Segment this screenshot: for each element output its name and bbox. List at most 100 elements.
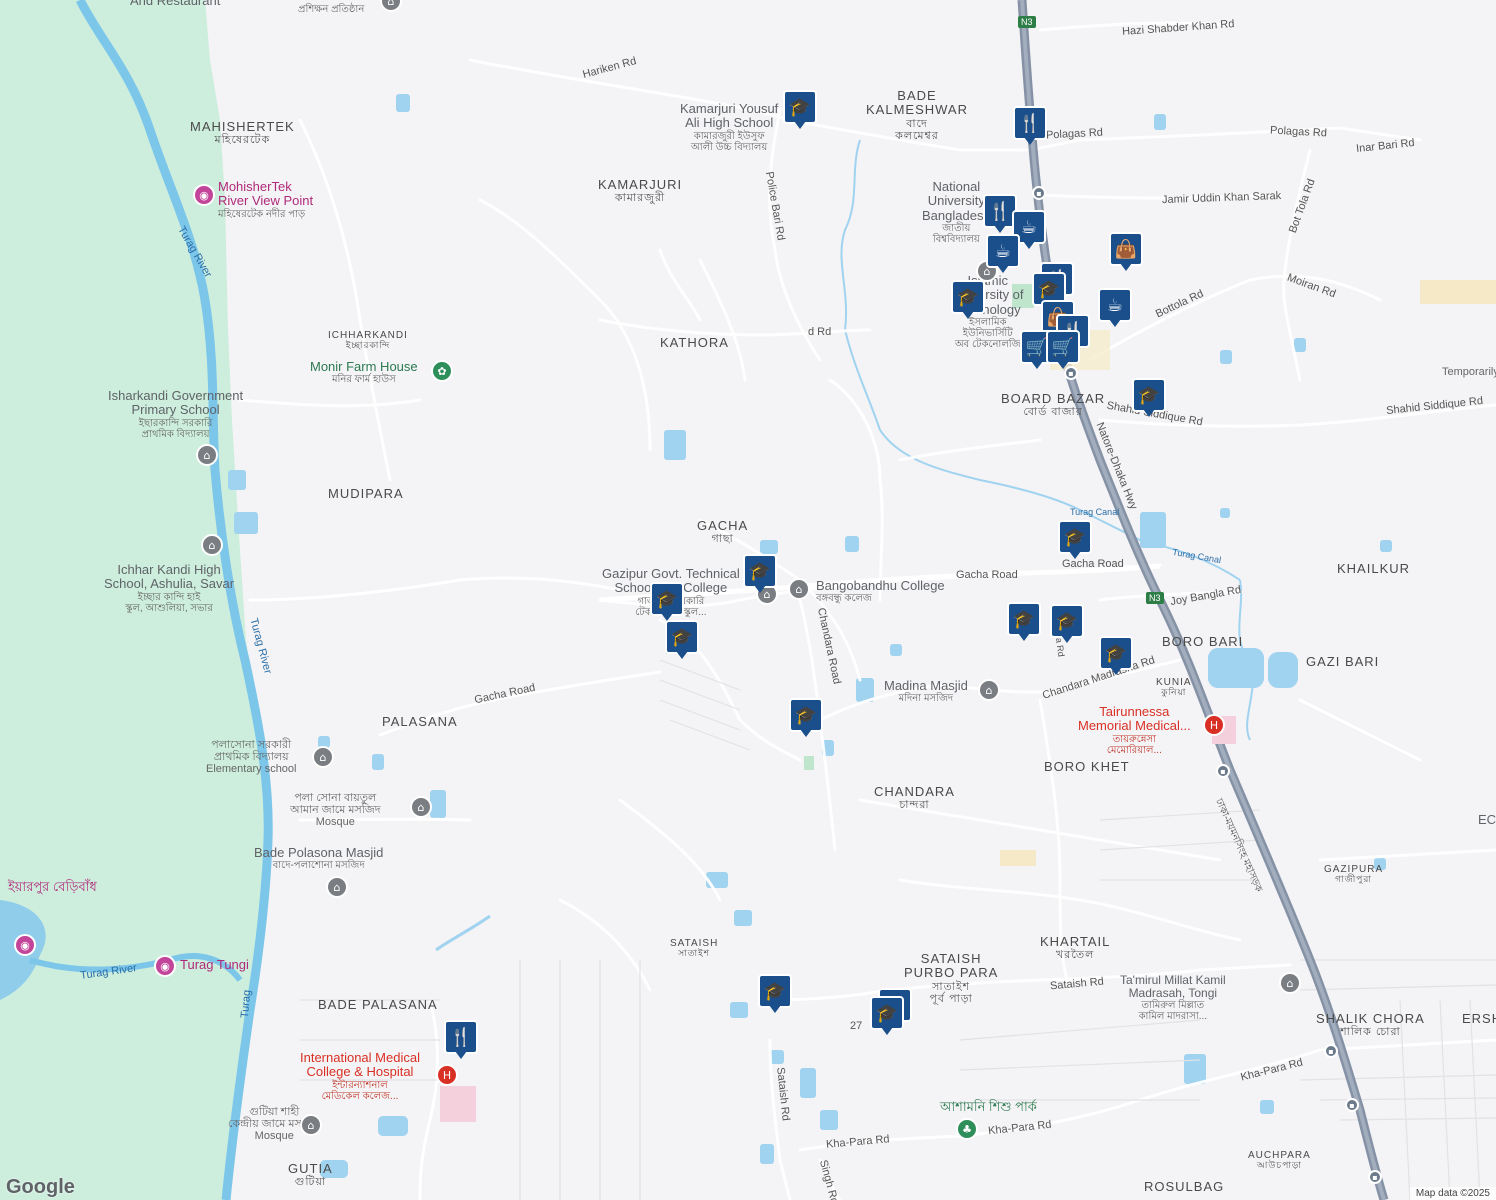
school-marker[interactable]: 🎓 [951, 280, 985, 324]
area-label: CHANDARA চান্দরা [874, 784, 955, 812]
school-marker[interactable]: 🎓 [870, 996, 904, 1040]
road-label: Gacha Road [956, 569, 1018, 581]
poi-label[interactable]: ইয়ারপুর বেড়িবাঁধ [8, 879, 97, 894]
bus-stop-icon[interactable]: ▪ [1324, 1044, 1338, 1058]
area-label: PALASANA [382, 714, 458, 729]
graduation-cap-icon: 🎓 [1099, 636, 1133, 670]
graduation-cap-icon: 🎓 [870, 996, 904, 1030]
school-marker[interactable]: 🎓 [743, 554, 777, 598]
poi-label[interactable]: Madina Masjid মদিনা মসজিদ [884, 678, 968, 704]
graduation-cap-icon: 🎓 [951, 280, 985, 314]
map-attribution[interactable]: Map data ©2025 [1409, 1187, 1496, 1200]
poi-label[interactable]: International Medical College & Hospital… [300, 1050, 420, 1101]
cafe-marker[interactable]: ☕ [1098, 288, 1132, 332]
bus-stop-icon[interactable]: ▪ [1345, 1098, 1359, 1112]
poi-label[interactable]: Ta'mirul Millat Kamil Madrasah, Tongi তাম… [1120, 973, 1226, 1022]
restaurant-marker[interactable]: 🍴 [1013, 106, 1047, 150]
area-label: BADE KALMESHWAR বাদে কলমেশ্বর [866, 88, 968, 142]
hospital-icon[interactable]: H [1203, 714, 1225, 736]
school-icon[interactable]: ⌂ [201, 534, 223, 556]
coffee-cup-icon: ☕ [1098, 288, 1132, 322]
area-label: ROSULBAG [1144, 1179, 1225, 1194]
camera-icon[interactable]: ◉ [193, 184, 215, 206]
map-canvas[interactable]: N3 N3 MAHISHERTEK মহিষেরটেক KAMARJURI কামা… [0, 0, 1496, 1200]
area-label: SATAISH PURBO PARA সাতাইশ পূর্ব পাড়া [904, 951, 999, 1005]
poi-label[interactable]: And Restaurant [130, 0, 220, 8]
school-marker[interactable]: 🎓 [789, 698, 823, 742]
area-label: GAZI BARI [1306, 654, 1380, 669]
area-label: KUNIA কুনিয়া [1156, 677, 1192, 697]
poi-label[interactable]: Isharkandi Government Primary School ইছার… [108, 388, 243, 439]
stream-2 [435, 914, 491, 952]
camera-icon[interactable]: ◉ [154, 955, 176, 977]
area-label: SHALIK CHORA শালিক চোরা [1316, 1011, 1425, 1039]
poi-label[interactable]: EC [1478, 812, 1496, 827]
area-label: KHAILKUR [1337, 561, 1411, 576]
area-label: ERSH [1462, 1011, 1496, 1026]
poi-label[interactable]: National University Bangladesh জাতীয় বিশ… [922, 179, 991, 245]
poi-label[interactable]: Ichhar Kandi High School, Ashulia, Savar… [104, 562, 234, 613]
graduation-cap-icon: 🎓 [1050, 604, 1084, 638]
area-label: GACHA গাছা [697, 518, 749, 546]
poi-label[interactable]: আশামনি শিশু পার্ক [940, 1099, 1037, 1114]
school-marker[interactable]: 🎓 [665, 620, 699, 664]
area-label: ICHHARKANDI ইচ্ছারকান্দি [328, 330, 408, 350]
school-marker[interactable]: 🎓 [1058, 520, 1092, 564]
school-marker[interactable]: 🎓 [758, 974, 792, 1018]
poi-label[interactable]: পলা সোনা বায়তুল আমান জামে মসজিদ Mosque [290, 792, 381, 828]
tree-icon[interactable]: ♣ [956, 1118, 978, 1140]
graduation-cap-icon: 🎓 [758, 974, 792, 1008]
poi-label[interactable]: Bangobandhu College বঙ্গবন্ধু কলেজ [816, 578, 945, 604]
poi-label[interactable]: প্রশিক্ষন প্রতিষ্ঠান [298, 4, 364, 15]
school-icon[interactable]: ⌂ [196, 444, 218, 466]
hospital-icon[interactable]: H [436, 1064, 458, 1086]
school-icon[interactable]: ⌂ [1279, 972, 1301, 994]
tertiary-roads [300, 659, 1496, 1200]
area-label: GUTIA গুটিয়া [288, 1161, 333, 1189]
camera-icon[interactable]: ◉ [14, 934, 36, 956]
road-label: d Rd [808, 326, 832, 338]
poi-label[interactable]: Kamarjuri Yousuf Ali High School কামারজুর… [680, 101, 778, 152]
poi-label[interactable]: Temporarily [1442, 366, 1496, 378]
poi-label[interactable]: Turag Tungi [180, 957, 249, 972]
graduation-cap-icon: 🎓 [789, 698, 823, 732]
poi-label[interactable]: Tairunnessa Memorial Medical... তায়রুন্ন… [1078, 704, 1191, 755]
bus-stop-icon[interactable]: ▪ [1368, 1170, 1382, 1184]
road-label: Turag [238, 989, 254, 1019]
mosque-icon[interactable]: ⌂ [300, 1114, 322, 1136]
school-marker[interactable]: 🎓 [783, 90, 817, 134]
graduation-cap-icon: 🎓 [783, 90, 817, 124]
school-icon[interactable]: ⌂ [312, 746, 334, 768]
poi-label[interactable]: MohisherTek River View Point মহিষেরটেক নদ… [218, 179, 313, 219]
bus-stop-icon[interactable]: ▪ [1216, 764, 1230, 778]
highway-shield: N3 [1018, 16, 1036, 28]
area-label: BADE PALASANA [318, 997, 438, 1012]
area-label: MAHISHERTEK মহিষেরটেক [190, 119, 295, 147]
area-label: SATAISH সাতাইশ [670, 938, 719, 958]
restaurant-marker[interactable]: 🍴 [444, 1020, 478, 1064]
road-label: 27 [850, 1020, 863, 1032]
school-marker[interactable]: 🎓 [1132, 378, 1166, 422]
school-marker[interactable]: 🎓 [1050, 604, 1084, 648]
mosque-icon[interactable]: ⌂ [978, 679, 1000, 701]
mosque-icon[interactable]: ⌂ [326, 876, 348, 898]
highway-shield: N3 [1146, 592, 1164, 604]
poi-label[interactable]: Monir Farm House মনির ফার্ম হাউস [310, 359, 418, 385]
school-marker[interactable]: 🎓 [1007, 602, 1041, 646]
grocery-marker[interactable]: 🛒 [1046, 330, 1080, 374]
coffee-cup-icon: ☕ [986, 234, 1020, 268]
shopping-marker[interactable]: 👜 [1109, 232, 1143, 276]
poi-label[interactable]: পলাসোনা সরকারী প্রাথমিক বিদ্যালয় Elemen… [206, 739, 297, 775]
fork-knife-icon: 🍴 [444, 1020, 478, 1054]
area-label: GAZIPURA গাজীপুরা [1324, 864, 1384, 884]
area-label: MUDIPARA [328, 486, 404, 501]
area-label: KAMARJURI কামারজুরী [598, 177, 683, 205]
cafe-marker[interactable]: ☕ [986, 234, 1020, 278]
mosque-icon[interactable]: ⌂ [410, 796, 432, 818]
park-icon[interactable]: ✿ [431, 360, 453, 382]
school-icon[interactable]: ⌂ [788, 578, 810, 600]
bus-stop-icon[interactable]: ▪ [1032, 186, 1046, 200]
poi-label[interactable]: Bade Polasona Masjid বাদে-পলাশোনা মসজিদ [254, 845, 383, 871]
road-label: Turag Canal [1070, 507, 1120, 517]
school-marker[interactable]: 🎓 [1099, 636, 1133, 680]
